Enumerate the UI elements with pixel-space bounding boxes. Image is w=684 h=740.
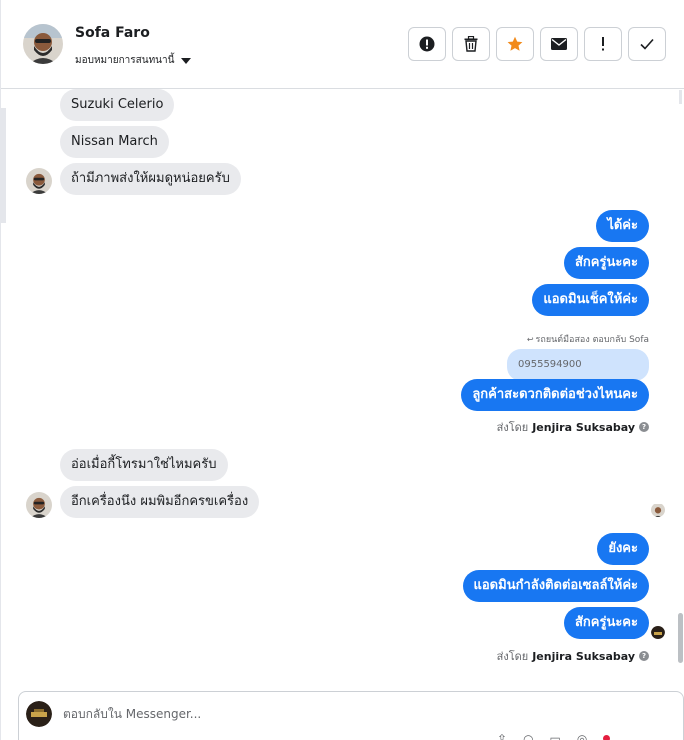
reply-composer: ⇪ ○ ▭ ◎ (18, 691, 684, 740)
reply-context: ↩ รถยนต์มือสอง ตอบกลับ Sofa (527, 332, 649, 346)
message-scrollbar[interactable] (678, 613, 683, 663)
reply-arrow-icon: ↩ (526, 334, 534, 344)
incoming-message[interactable]: ถ้ามีภาพส่งให้ผมดูหน่อยครับ (60, 163, 241, 195)
help-icon[interactable]: ? (639, 651, 649, 661)
emoji-icon[interactable]: ○ (523, 732, 533, 740)
incoming-message[interactable]: Nissan March (60, 126, 169, 158)
sent-by-prefix: ส่งโดย (496, 421, 529, 434)
page-avatar (26, 701, 52, 727)
composer-tools: ⇪ ○ ▭ ◎ (497, 732, 611, 740)
star-icon (507, 36, 523, 51)
sent-by-info: ส่งโดย Jenjira Suksabay ? (497, 647, 649, 665)
conversation-header: Sofa Faro มอบหมายการสนทนานี้ (1, 0, 684, 89)
left-scrollbar[interactable] (1, 108, 6, 223)
assign-conversation-dropdown[interactable]: มอบหมายการสนทนานี้ (75, 53, 192, 68)
help-icon[interactable]: ? (639, 422, 649, 432)
star-button[interactable] (496, 27, 534, 61)
sent-by-info: ส่งโดย Jenjira Suksabay ? (497, 418, 649, 436)
contact-avatar[interactable] (23, 24, 63, 64)
notification-dot-icon (603, 735, 611, 740)
scrollbar-track (679, 90, 682, 104)
agent-name[interactable]: Jenjira Suksabay (532, 421, 635, 434)
mark-unread-button[interactable] (540, 27, 578, 61)
outgoing-message[interactable]: แอดมินกำลังติดต่อเซลล์ให้ค่ะ (462, 570, 649, 602)
report-icon (419, 36, 435, 52)
contact-name[interactable]: Sofa Faro (75, 25, 150, 41)
reply-label-text: รถยนต์มือสอง ตอบกลับ Sofa (535, 335, 649, 345)
caret-down-icon (181, 57, 192, 64)
page-avatar (651, 625, 665, 639)
header-actions (408, 27, 666, 61)
assign-label: มอบหมายการสนทนานี้ (75, 55, 175, 66)
outgoing-message[interactable]: แอดมินเช็คให้ค่ะ (532, 284, 649, 316)
sender-avatar[interactable] (26, 168, 52, 194)
outgoing-message[interactable]: สักครู่นะคะ (563, 247, 649, 279)
check-icon (640, 38, 654, 50)
gif-icon[interactable]: ◎ (577, 732, 587, 740)
sender-avatar[interactable] (26, 492, 52, 518)
report-button[interactable] (408, 27, 446, 61)
incoming-message[interactable]: Suzuki Celerio (60, 89, 175, 121)
conversation-pane: Sofa Faro มอบหมายการสนทนานี้ Suzuki Cele… (0, 0, 684, 740)
outgoing-message[interactable]: ลูกค้าสะดวกติดต่อช่วงไหนคะ (461, 379, 649, 411)
image-icon[interactable]: ▭ (550, 732, 561, 740)
incoming-message[interactable]: อีกเครื่องนึง ผมพิมอีกครขเครื่อง (60, 486, 260, 518)
trash-icon (464, 36, 478, 52)
delete-button[interactable] (452, 27, 490, 61)
sent-by-prefix: ส่งโดย (496, 650, 529, 663)
mail-icon (551, 38, 567, 50)
agent-name[interactable]: Jenjira Suksabay (532, 650, 635, 663)
read-receipt-avatar (651, 503, 665, 517)
outgoing-message[interactable]: ได้ค่ะ (596, 210, 649, 242)
reply-input[interactable] (63, 707, 463, 721)
follow-up-icon (602, 37, 604, 51)
incoming-message[interactable]: อ่อเมื่อกี้โทรมาใช่ไหมครับ (60, 449, 228, 481)
outgoing-message[interactable]: ยังคะ (597, 533, 649, 565)
quoted-message[interactable]: 0955594900 (507, 349, 649, 381)
attach-icon[interactable]: ⇪ (497, 732, 507, 740)
outgoing-message[interactable]: สักครู่นะคะ (563, 607, 649, 639)
mark-done-button[interactable] (628, 27, 666, 61)
follow-up-button[interactable] (584, 27, 622, 61)
